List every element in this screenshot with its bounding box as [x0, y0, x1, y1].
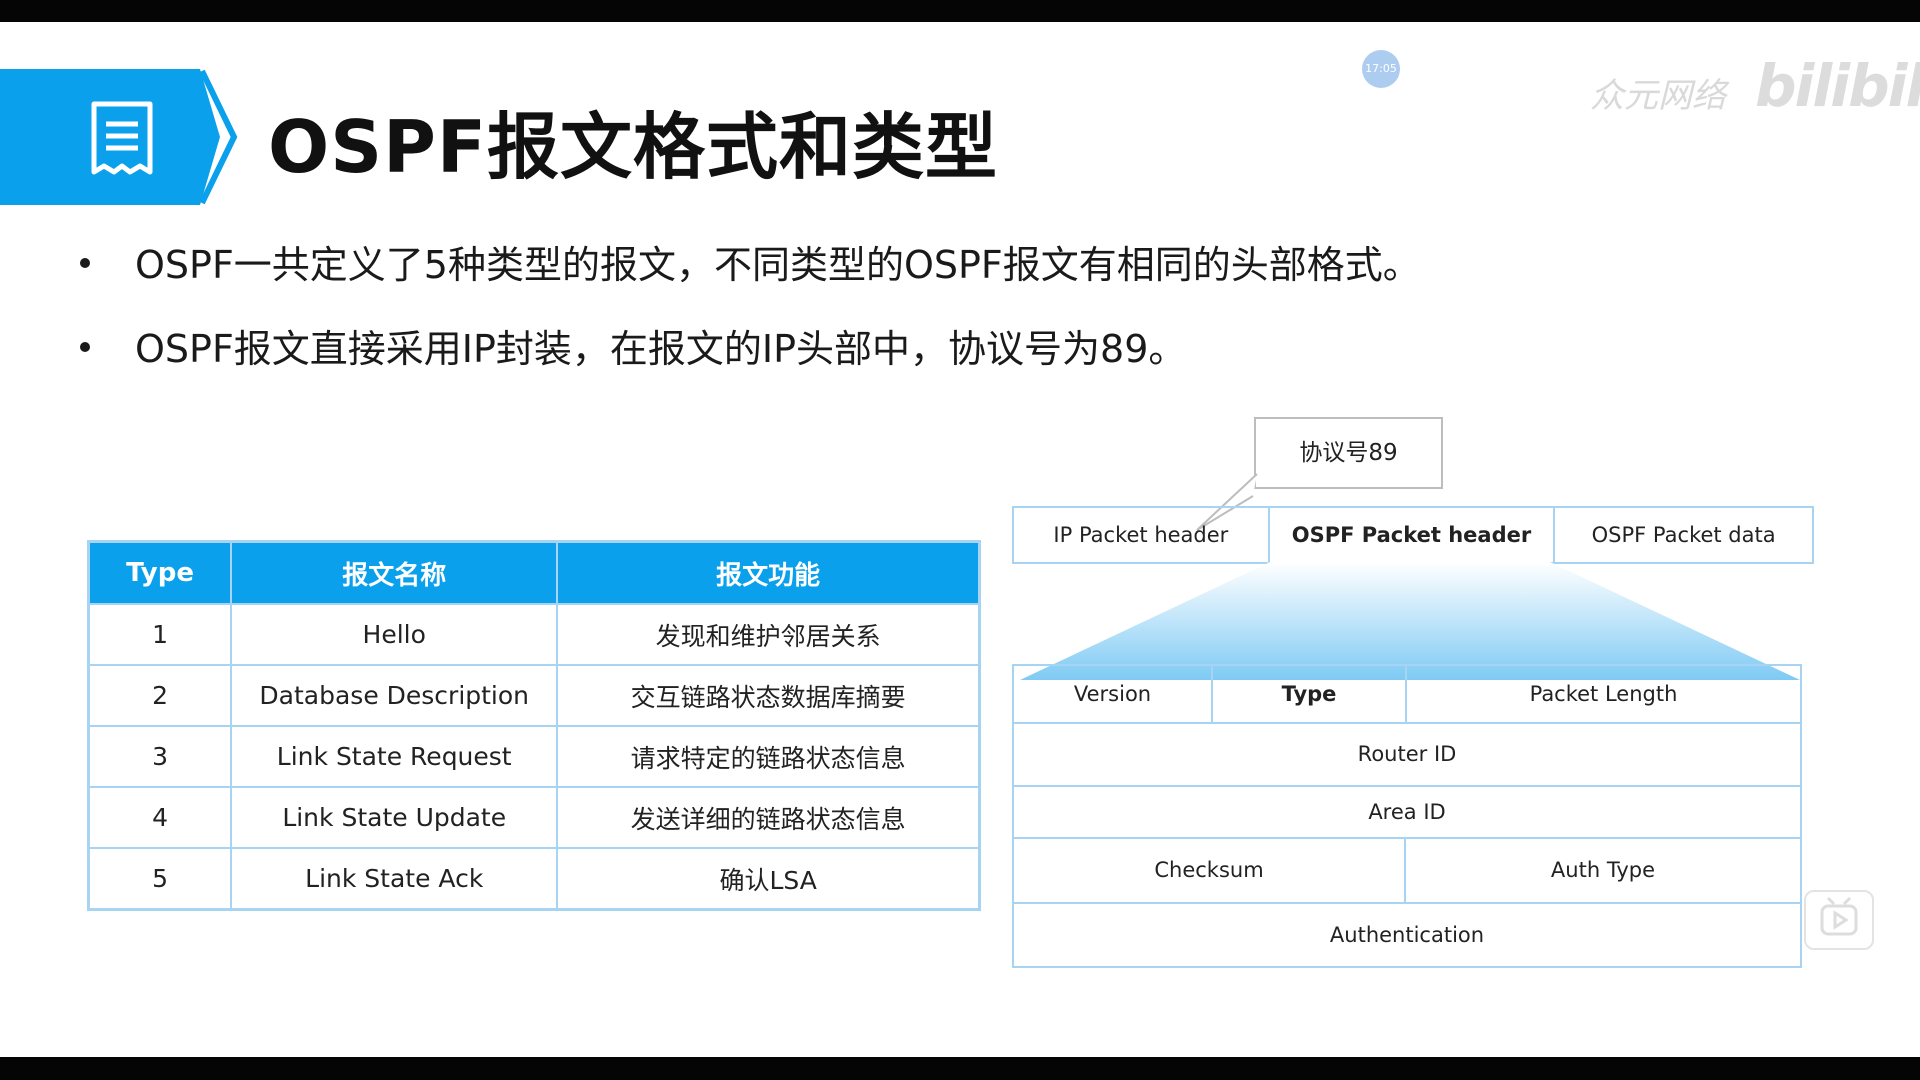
- cell-function: 发送详细的链路状态信息: [556, 786, 981, 849]
- document-icon: [91, 101, 153, 175]
- timestamp-badge: 17:05: [1362, 50, 1400, 88]
- field-auth-type: Auth Type: [1550, 858, 1656, 882]
- table-row: 5 Link State Ack 确认LSA: [87, 847, 981, 911]
- field-router-id: Router ID: [1357, 742, 1457, 766]
- table-row: 2 Database Description 交互链路状态数据库摘要: [87, 664, 981, 727]
- cell-function: 请求特定的链路状态信息: [556, 725, 981, 788]
- video-play-button[interactable]: [1804, 890, 1874, 950]
- table-row: 3 Link State Request 请求特定的链路状态信息: [87, 725, 981, 788]
- cell-type: 5: [87, 847, 233, 911]
- watermark-author: 众元网络: [1590, 76, 1726, 116]
- header-row-5: Authentication: [1014, 904, 1800, 966]
- slide-title: OSPF报文格式和类型: [268, 105, 999, 189]
- packet-structure: IP Packet header OSPF Packet header OSPF…: [1012, 506, 1814, 564]
- bullet-text: OSPF一共定义了5种类型的报文，不同类型的OSPF报文有相同的头部格式。: [135, 243, 1421, 287]
- table-row: 4 Link State Update 发送详细的链路状态信息: [87, 786, 981, 849]
- bottom-black-bar: [0, 1057, 1920, 1080]
- expansion-fan: [1020, 562, 1800, 680]
- field-version: Version: [1014, 666, 1213, 722]
- bullet-dot-icon: [80, 258, 90, 268]
- cell-name: Link State Request: [230, 725, 559, 788]
- protocol-callout: 协议号89: [1254, 417, 1443, 489]
- ip-packet-header: IP Packet header: [1014, 508, 1270, 562]
- table-row: 1 Hello 发现和维护邻居关系: [87, 603, 981, 666]
- field-type: Type: [1213, 666, 1408, 722]
- cell-name: Link State Ack: [230, 847, 559, 911]
- ospf-packet-header: OSPF Packet header: [1270, 508, 1556, 562]
- cell-type: 4: [87, 786, 233, 849]
- header-row-3: Area ID: [1014, 787, 1800, 839]
- field-packet-length: Packet Length: [1529, 682, 1678, 706]
- bilibili-logo: bilibili: [1755, 52, 1920, 120]
- col-header-type: Type: [87, 540, 233, 605]
- header-row-2: Router ID: [1014, 724, 1800, 787]
- cell-name: Database Description: [230, 664, 559, 727]
- col-header-function: 报文功能: [556, 540, 981, 605]
- cell-function: 交互链路状态数据库摘要: [556, 664, 981, 727]
- field-authentication: Authentication: [1329, 923, 1485, 947]
- header-row-1: Version Type Packet Length: [1014, 666, 1800, 724]
- bullet-text: OSPF报文直接采用IP封装，在报文的IP头部中，协议号为89。: [135, 327, 1187, 371]
- cell-name: Link State Update: [230, 786, 559, 849]
- cell-function: 发现和维护邻居关系: [556, 603, 981, 666]
- cell-function: 确认LSA: [556, 847, 981, 911]
- cell-type: 3: [87, 725, 233, 788]
- slide: OSPF报文格式和类型 17:05 众元网络 bilibili OSPF一共定义…: [0, 22, 1920, 1057]
- field-area-id: Area ID: [1368, 800, 1446, 824]
- ospf-header-format: Version Type Packet Length Router ID Are…: [1012, 664, 1802, 968]
- field-checksum: Checksum: [1014, 839, 1406, 902]
- bullet-dot-icon: [80, 342, 90, 352]
- col-header-name: 报文名称: [230, 540, 559, 605]
- cell-type: 2: [87, 664, 233, 727]
- table-header-row: Type 报文名称 报文功能: [87, 540, 981, 605]
- cell-name: Hello: [230, 603, 559, 666]
- ospf-packet-data: OSPF Packet data: [1591, 523, 1776, 547]
- header-row-4: Checksum Auth Type: [1014, 839, 1800, 904]
- top-black-bar: [0, 0, 1920, 22]
- play-icon: [1820, 896, 1858, 936]
- ospf-type-table: Type 报文名称 报文功能 1 Hello 发现和维护邻居关系 2 Datab…: [87, 540, 981, 911]
- banner-chevron: [199, 69, 238, 205]
- cell-type: 1: [87, 603, 233, 666]
